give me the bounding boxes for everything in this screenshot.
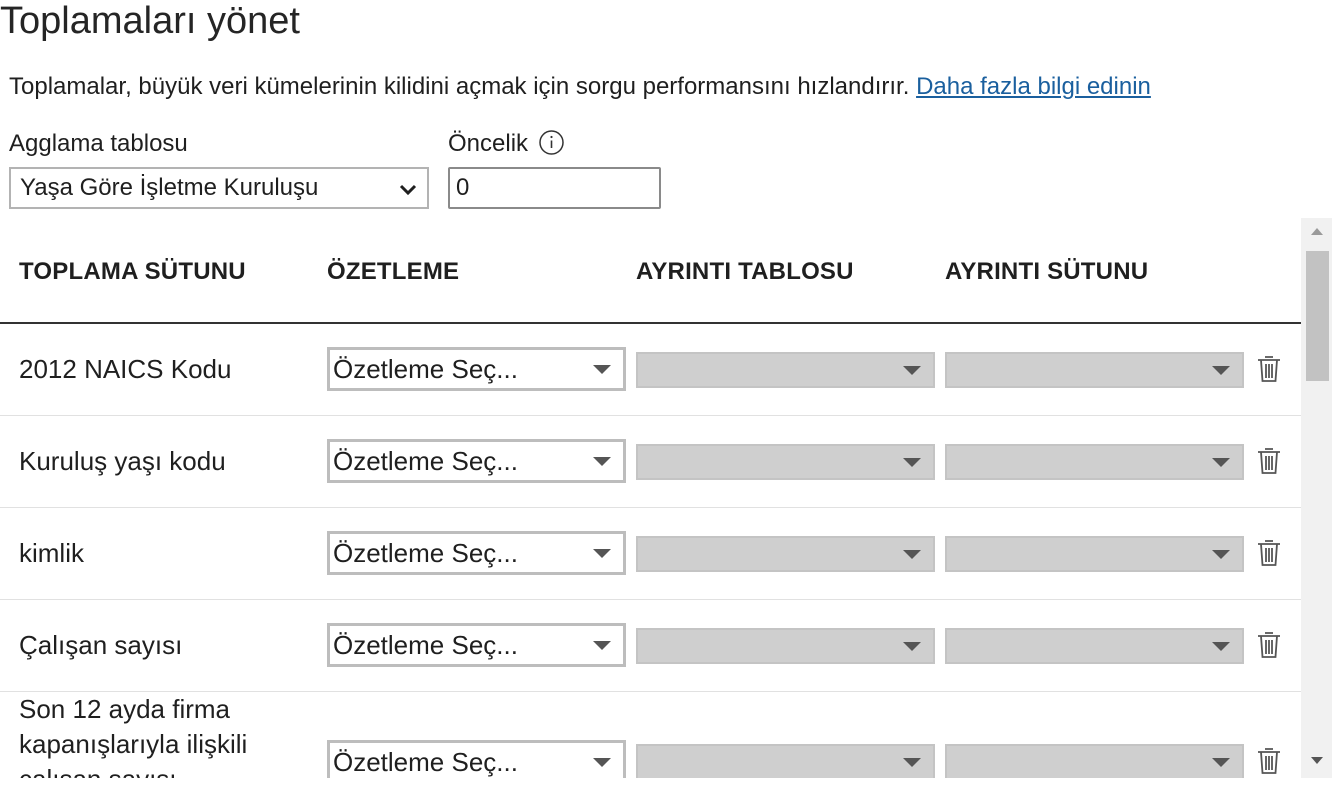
- caret-down-icon: [903, 458, 921, 467]
- detail-table-select: [636, 352, 935, 388]
- summarization-select[interactable]: Özetleme Seç...: [327, 439, 626, 483]
- caret-down-icon: [903, 642, 921, 651]
- info-icon[interactable]: [538, 129, 565, 156]
- table-row: kimlik Özetleme Seç...: [0, 508, 1301, 600]
- row-label: kimlik: [19, 538, 84, 568]
- page-description: Toplamalar, büyük veri kümelerinin kilid…: [9, 72, 1151, 102]
- caret-down-icon: [1212, 758, 1230, 767]
- summarization-select[interactable]: Özetleme Seç...: [327, 740, 626, 778]
- header-detail-column: AYRINTI SÜTUNU: [945, 258, 1149, 285]
- header-detail-table: AYRINTI TABLOSU: [636, 258, 854, 285]
- header-aggregation-column: TOPLAMA SÜTUNU: [19, 258, 246, 285]
- aggregation-table: TOPLAMA SÜTUNU ÖZETLEME AYRINTI TABLOSU …: [0, 218, 1344, 778]
- trash-icon[interactable]: [1256, 446, 1282, 476]
- summarization-value: Özetleme Seç...: [333, 446, 518, 476]
- trash-icon[interactable]: [1256, 354, 1282, 384]
- detail-table-select: [636, 536, 935, 572]
- trash-icon[interactable]: [1256, 630, 1282, 660]
- summarization-value: Özetleme Seç...: [333, 630, 518, 660]
- summarization-select[interactable]: Özetleme Seç...: [327, 347, 626, 391]
- table-row: Kuruluş yaşı kodu Özetleme Seç...: [0, 416, 1301, 508]
- summarization-select[interactable]: Özetleme Seç...: [327, 531, 626, 575]
- scroll-thumb[interactable]: [1306, 251, 1329, 381]
- caret-down-icon: [593, 457, 611, 466]
- summarization-value: Özetleme Seç...: [333, 354, 518, 384]
- caret-down-icon: [903, 758, 921, 767]
- header-summarization: ÖZETLEME: [327, 258, 460, 285]
- detail-column-select: [945, 352, 1244, 388]
- row-label: Kuruluş yaşı kodu: [19, 446, 226, 476]
- detail-table-select: [636, 744, 935, 778]
- aggregation-table-label: Agglama tablosu: [9, 130, 188, 157]
- row-label: Çalışan sayısı: [19, 630, 183, 660]
- precedence-input[interactable]: [448, 167, 661, 209]
- caret-down-icon: [1212, 366, 1230, 375]
- detail-column-select: [945, 628, 1244, 664]
- row-label: Son 12 ayda firma kapanışlarıyla ilişkil…: [19, 694, 248, 778]
- table-row: Son 12 ayda firma kapanışlarıyla ilişkil…: [0, 692, 1301, 778]
- chevron-down-icon: [399, 184, 417, 196]
- summarization-value: Özetleme Seç...: [333, 538, 518, 568]
- scroll-down-icon[interactable]: [1311, 757, 1323, 764]
- caret-down-icon: [903, 366, 921, 375]
- row-label: 2012 NAICS Kodu: [19, 354, 232, 384]
- trash-icon[interactable]: [1256, 538, 1282, 568]
- detail-column-select: [945, 444, 1244, 480]
- caret-down-icon: [1212, 642, 1230, 651]
- learn-more-link[interactable]: Daha fazla bilgi edinin: [916, 73, 1151, 100]
- detail-column-select: [945, 536, 1244, 572]
- caret-down-icon: [593, 549, 611, 558]
- scroll-up-icon[interactable]: [1311, 228, 1323, 235]
- caret-down-icon: [593, 758, 611, 767]
- caret-down-icon: [903, 550, 921, 559]
- caret-down-icon: [1212, 458, 1230, 467]
- summarization-select[interactable]: Özetleme Seç...: [327, 623, 626, 667]
- page-title: Toplamaları yönet: [0, 0, 300, 42]
- caret-down-icon: [593, 365, 611, 374]
- detail-table-select: [636, 444, 935, 480]
- vertical-scrollbar[interactable]: [1301, 218, 1332, 778]
- trash-icon[interactable]: [1256, 746, 1282, 776]
- detail-table-select: [636, 628, 935, 664]
- table-row: Çalışan sayısı Özetleme Seç...: [0, 600, 1301, 692]
- summarization-value: Özetleme Seç...: [333, 747, 518, 777]
- aggregation-table-select[interactable]: Yaşa Göre İşletme Kuruluşu: [9, 167, 429, 209]
- table-header: TOPLAMA SÜTUNU ÖZETLEME AYRINTI TABLOSU …: [0, 218, 1301, 324]
- caret-down-icon: [593, 641, 611, 650]
- table-row: 2012 NAICS Kodu Özetleme Seç...: [0, 324, 1301, 416]
- detail-column-select: [945, 744, 1244, 778]
- description-text: Toplamalar, büyük veri kümelerinin kilid…: [9, 73, 910, 100]
- aggregation-table-value: Yaşa Göre İşletme Kuruluşu: [20, 174, 319, 201]
- precedence-label: Öncelik: [448, 130, 529, 157]
- caret-down-icon: [1212, 550, 1230, 559]
